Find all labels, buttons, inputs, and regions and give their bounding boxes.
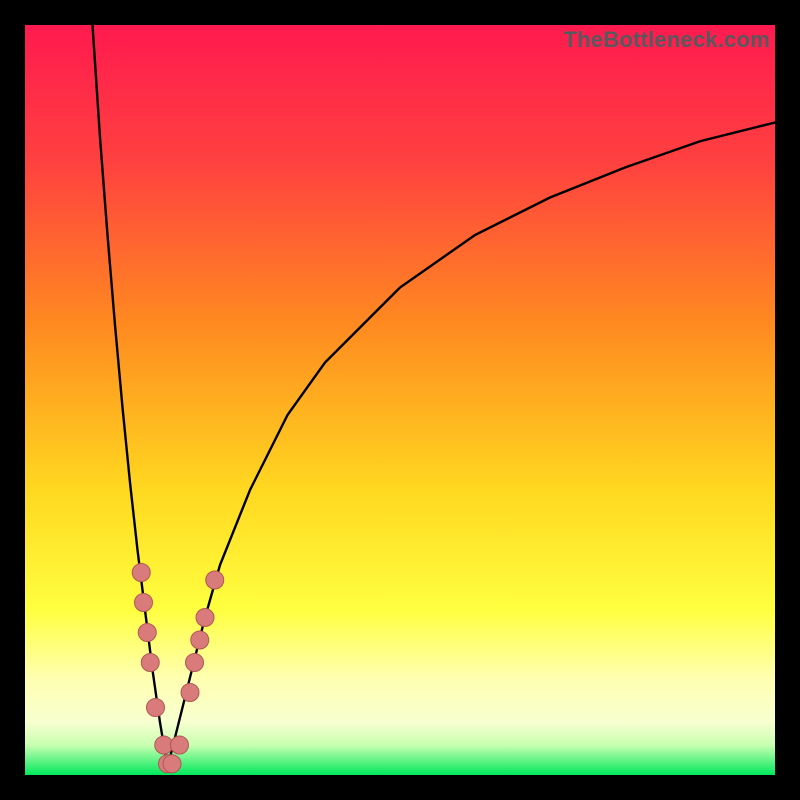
trough-markers <box>132 564 224 773</box>
marker-dot <box>206 571 224 589</box>
chart-frame: { "watermark": "TheBottleneck.com", "col… <box>0 0 800 800</box>
marker-dot <box>141 654 159 672</box>
curve-right-branch <box>168 123 776 768</box>
marker-dot <box>135 594 153 612</box>
marker-dot <box>138 624 156 642</box>
marker-dot <box>147 699 165 717</box>
curve-layer <box>25 25 775 775</box>
marker-dot <box>191 631 209 649</box>
marker-dot <box>132 564 150 582</box>
marker-dot <box>163 755 181 773</box>
marker-dot <box>196 609 214 627</box>
marker-dot <box>186 654 204 672</box>
plot-area: TheBottleneck.com <box>25 25 775 775</box>
marker-dot <box>171 736 189 754</box>
marker-dot <box>181 684 199 702</box>
